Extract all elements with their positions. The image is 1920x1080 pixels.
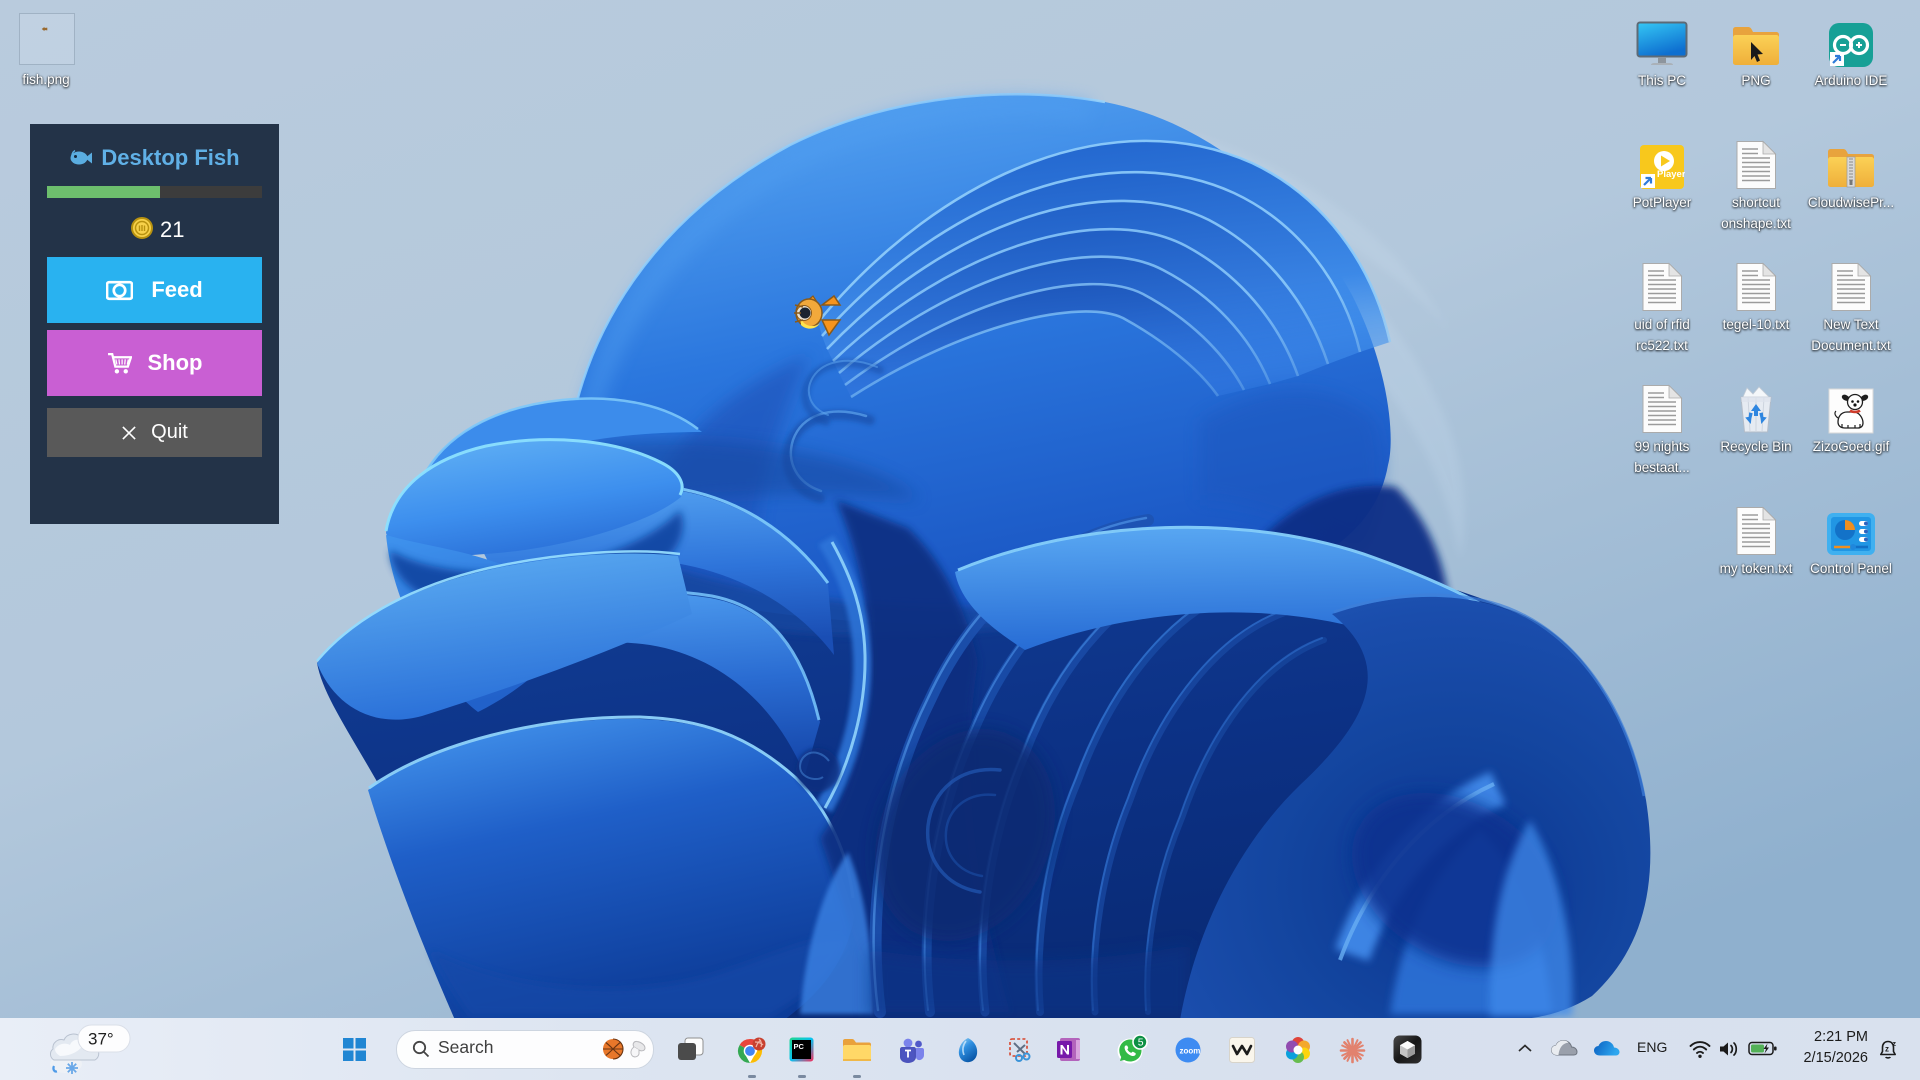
svg-text:5: 5 (1138, 1037, 1144, 1049)
svg-text:PC: PC (794, 1042, 805, 1051)
svg-text:37°: 37° (88, 1030, 114, 1049)
svg-text:Player: Player (1657, 169, 1685, 180)
svg-text:z: z (1885, 1045, 1889, 1054)
svg-text:z: z (1893, 1041, 1897, 1048)
svg-text:zoom: zoom (1180, 1046, 1201, 1055)
